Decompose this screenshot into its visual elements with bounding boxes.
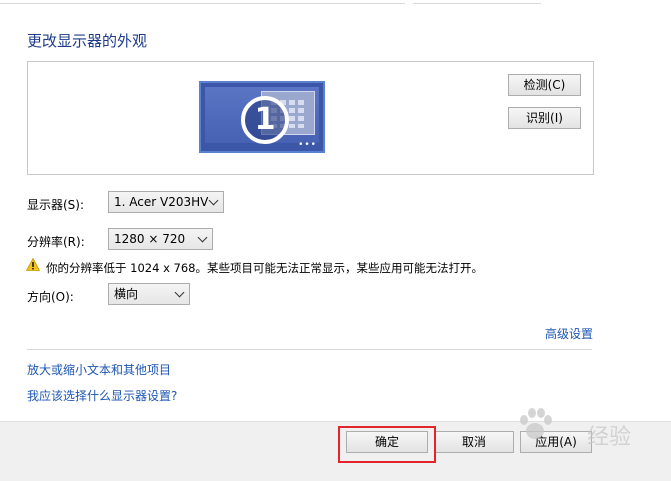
top-border-right — [413, 0, 541, 4]
display-label: 显示器(S): — [27, 198, 85, 212]
display-settings-help-link[interactable]: 我应该选择什么显示器设置? — [27, 387, 177, 404]
taskbar-dots-icon: ••• — [298, 140, 317, 150]
monitor-screen: 1 — [205, 87, 319, 144]
watermark: 经验 — [515, 405, 665, 465]
display-preview-panel: 1 ••• 检测(C) 识别(I) — [27, 61, 594, 175]
page-title: 更改显示器的外观 — [27, 32, 148, 50]
display-select[interactable]: 1. Acer V203HV — [108, 191, 224, 213]
detect-button[interactable]: 检测(C) — [508, 74, 581, 96]
resolution-label: 分辨率(R): — [27, 235, 85, 249]
enlarge-text-link[interactable]: 放大或缩小文本和其他项目 — [27, 361, 171, 378]
resolution-select[interactable]: 1280 × 720 — [108, 228, 213, 250]
advanced-settings-link[interactable]: 高级设置 — [545, 325, 593, 342]
top-divider — [0, 0, 671, 4]
resolution-select-value: 1280 × 720 — [114, 232, 186, 246]
warning-icon — [26, 258, 40, 271]
orientation-select[interactable]: 横向 — [108, 283, 190, 305]
identify-button[interactable]: 识别(I) — [508, 107, 581, 129]
chevron-down-icon — [208, 195, 219, 206]
cancel-button[interactable]: 取消 — [434, 431, 514, 453]
paw-logo-icon — [520, 408, 552, 439]
divider — [27, 349, 592, 350]
orientation-label: 方向(O): — [27, 290, 74, 304]
orientation-select-value: 横向 — [114, 287, 139, 301]
chevron-down-icon — [174, 287, 185, 298]
watermark-text: 经验 — [587, 425, 632, 450]
highlight-box — [338, 426, 436, 463]
resolution-warning: 你的分辨率低于 1024 x 768。某些项目可能无法正常显示，某些应用可能无法… — [46, 261, 483, 275]
monitor-number-badge: 1 — [241, 96, 289, 144]
top-border-left — [0, 0, 405, 4]
monitor-1-preview[interactable]: 1 ••• — [199, 81, 325, 153]
chevron-down-icon — [197, 232, 208, 243]
display-select-value: 1. Acer V203HV — [114, 195, 209, 209]
